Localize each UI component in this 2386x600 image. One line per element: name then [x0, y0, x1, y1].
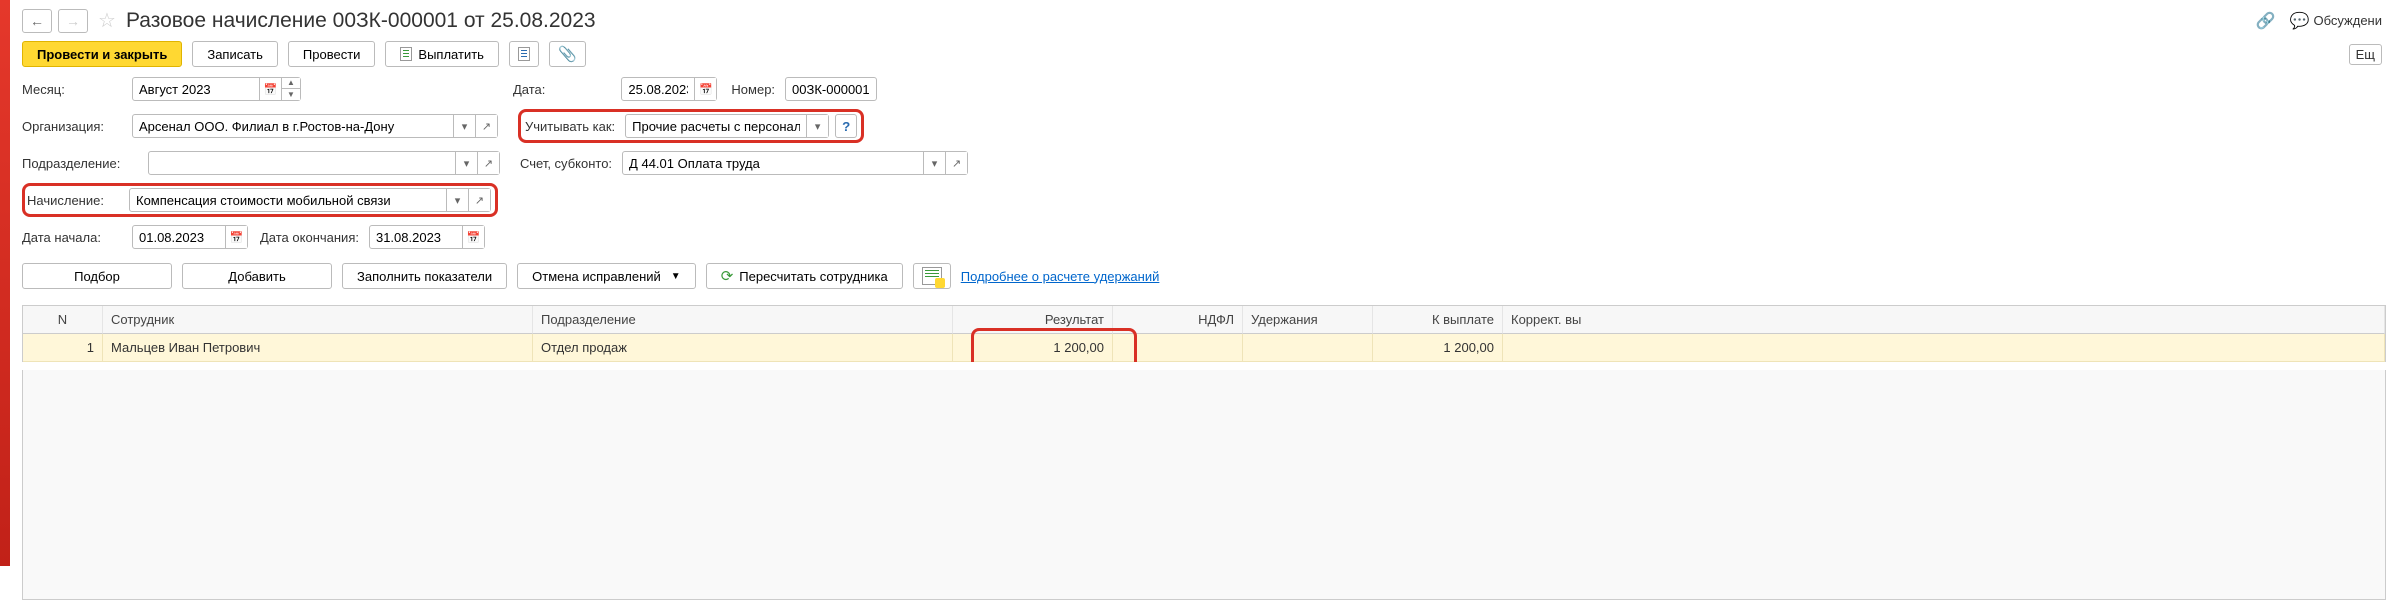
employees-grid: N Сотрудник Подразделение Результат НДФЛ… — [22, 305, 2386, 362]
pick-button[interactable]: Подбор — [22, 263, 172, 289]
start-label: Дата начала: — [22, 230, 126, 245]
discuss-label: Обсуждени — [2313, 13, 2382, 28]
pay-button[interactable]: Выплатить — [385, 41, 499, 67]
account-open-button[interactable]: ↗ — [945, 152, 967, 174]
post-button[interactable]: Провести — [288, 41, 376, 67]
end-input[interactable] — [370, 226, 462, 248]
pay-icon — [400, 47, 412, 61]
table-calc-icon — [922, 267, 942, 285]
accrual-dropdown-button[interactable]: ▾ — [446, 189, 468, 211]
month-input[interactable] — [133, 78, 259, 100]
recalc-button[interactable]: ⟳ Пересчитать сотрудника — [706, 263, 903, 289]
org-open-button[interactable]: ↗ — [475, 115, 497, 137]
org-label: Организация: — [22, 119, 126, 134]
report-button[interactable] — [509, 41, 539, 67]
accrual-open-button[interactable]: ↗ — [468, 189, 490, 211]
refresh-icon: ⟳ — [721, 267, 734, 285]
page-title: Разовое начисление 00ЗК-000001 от 25.08.… — [126, 9, 596, 33]
paperclip-icon: 📎 — [558, 45, 577, 63]
title-bar: ← → ☆ Разовое начисление 00ЗК-000001 от … — [22, 8, 2386, 41]
dept-input[interactable] — [149, 152, 455, 174]
account-label: Счет, субконто: — [520, 156, 612, 171]
month-spinner[interactable]: ▲ ▼ — [281, 78, 300, 100]
discuss-button[interactable]: 💬 Обсуждени — [2290, 11, 2382, 31]
row-n: 1 — [23, 334, 103, 362]
report-icon — [518, 47, 530, 61]
number-label: Номер: — [731, 82, 775, 97]
dept-open-button[interactable]: ↗ — [477, 152, 499, 174]
cancel-corr-label: Отмена исправлений — [532, 269, 661, 284]
col-holdings[interactable]: Удержания — [1243, 306, 1373, 334]
nav-forward-button[interactable]: → — [58, 9, 88, 33]
start-calendar-button[interactable]: 📅 — [225, 226, 247, 248]
month-down-button[interactable]: ▼ — [282, 89, 300, 100]
recalc-label: Пересчитать сотрудника — [739, 269, 887, 284]
col-result[interactable]: Результат — [953, 306, 1113, 334]
row-employee: Мальцев Иван Петрович — [103, 334, 533, 362]
col-employee[interactable]: Сотрудник — [103, 306, 533, 334]
start-input[interactable] — [133, 226, 225, 248]
consider-label: Учитывать как: — [525, 119, 615, 134]
month-label: Месяц: — [22, 82, 126, 97]
col-department[interactable]: Подразделение — [533, 306, 953, 334]
accrual-input[interactable] — [130, 189, 446, 211]
col-payout[interactable]: К выплате — [1373, 306, 1503, 334]
consider-dropdown-button[interactable]: ▾ — [806, 115, 828, 137]
date-label: Дата: — [513, 82, 545, 97]
consider-highlight: Учитывать как: ▾ ? — [518, 109, 864, 143]
col-correction[interactable]: Коррект. вы — [1503, 306, 2385, 334]
end-label: Дата окончания: — [260, 230, 359, 245]
chevron-down-icon: ▼ — [671, 271, 681, 282]
number-input[interactable] — [786, 78, 876, 100]
post-and-close-button[interactable]: Провести и закрыть — [22, 41, 182, 67]
month-calendar-button[interactable]: 📅 — [259, 78, 281, 100]
dept-label: Подразделение: — [22, 156, 142, 171]
more-button[interactable]: Ещ — [2349, 44, 2382, 65]
table-calc-button[interactable] — [913, 263, 951, 289]
consider-help-button[interactable]: ? — [835, 114, 857, 138]
favorite-star-icon[interactable]: ☆ — [98, 8, 116, 33]
dept-dropdown-button[interactable]: ▾ — [455, 152, 477, 174]
row-department: Отдел продаж — [533, 334, 953, 362]
link-icon[interactable]: 🔗 — [2256, 11, 2276, 31]
col-n[interactable]: N — [23, 306, 103, 334]
nav-back-button[interactable]: ← — [22, 9, 52, 33]
table-row[interactable]: 1 Мальцев Иван Петрович Отдел продаж 1 2… — [23, 334, 2385, 362]
attach-button[interactable]: 📎 — [549, 41, 586, 67]
date-calendar-button[interactable]: 📅 — [694, 78, 716, 100]
date-input[interactable] — [622, 78, 694, 100]
account-input[interactable] — [623, 152, 923, 174]
fill-button[interactable]: Заполнить показатели — [342, 263, 507, 289]
cancel-corrections-button[interactable]: Отмена исправлений ▼ — [517, 263, 696, 289]
row-correction — [1503, 334, 2385, 362]
accrual-highlight: Начисление: ▾ ↗ — [22, 183, 498, 217]
save-button[interactable]: Записать — [192, 41, 278, 67]
row-holdings — [1243, 334, 1373, 362]
month-up-button[interactable]: ▲ — [282, 78, 300, 89]
add-button[interactable]: Добавить — [182, 263, 332, 289]
org-dropdown-button[interactable]: ▾ — [453, 115, 475, 137]
row-payout: 1 200,00 — [1373, 334, 1503, 362]
accrual-label: Начисление: — [27, 193, 123, 208]
account-dropdown-button[interactable]: ▾ — [923, 152, 945, 174]
org-input[interactable] — [133, 115, 453, 137]
row-result: 1 200,00 — [953, 334, 1113, 362]
pay-label: Выплатить — [418, 47, 484, 62]
details-link[interactable]: Подробнее о расчете удержаний — [961, 269, 1160, 284]
consider-input[interactable] — [626, 115, 806, 137]
row-ndfl — [1113, 334, 1243, 362]
chat-icon: 💬 — [2290, 11, 2310, 31]
end-calendar-button[interactable]: 📅 — [462, 226, 484, 248]
grid-header: N Сотрудник Подразделение Результат НДФЛ… — [23, 306, 2385, 334]
main-toolbar: Провести и закрыть Записать Провести Вып… — [22, 41, 2386, 77]
col-ndfl[interactable]: НДФЛ — [1113, 306, 1243, 334]
